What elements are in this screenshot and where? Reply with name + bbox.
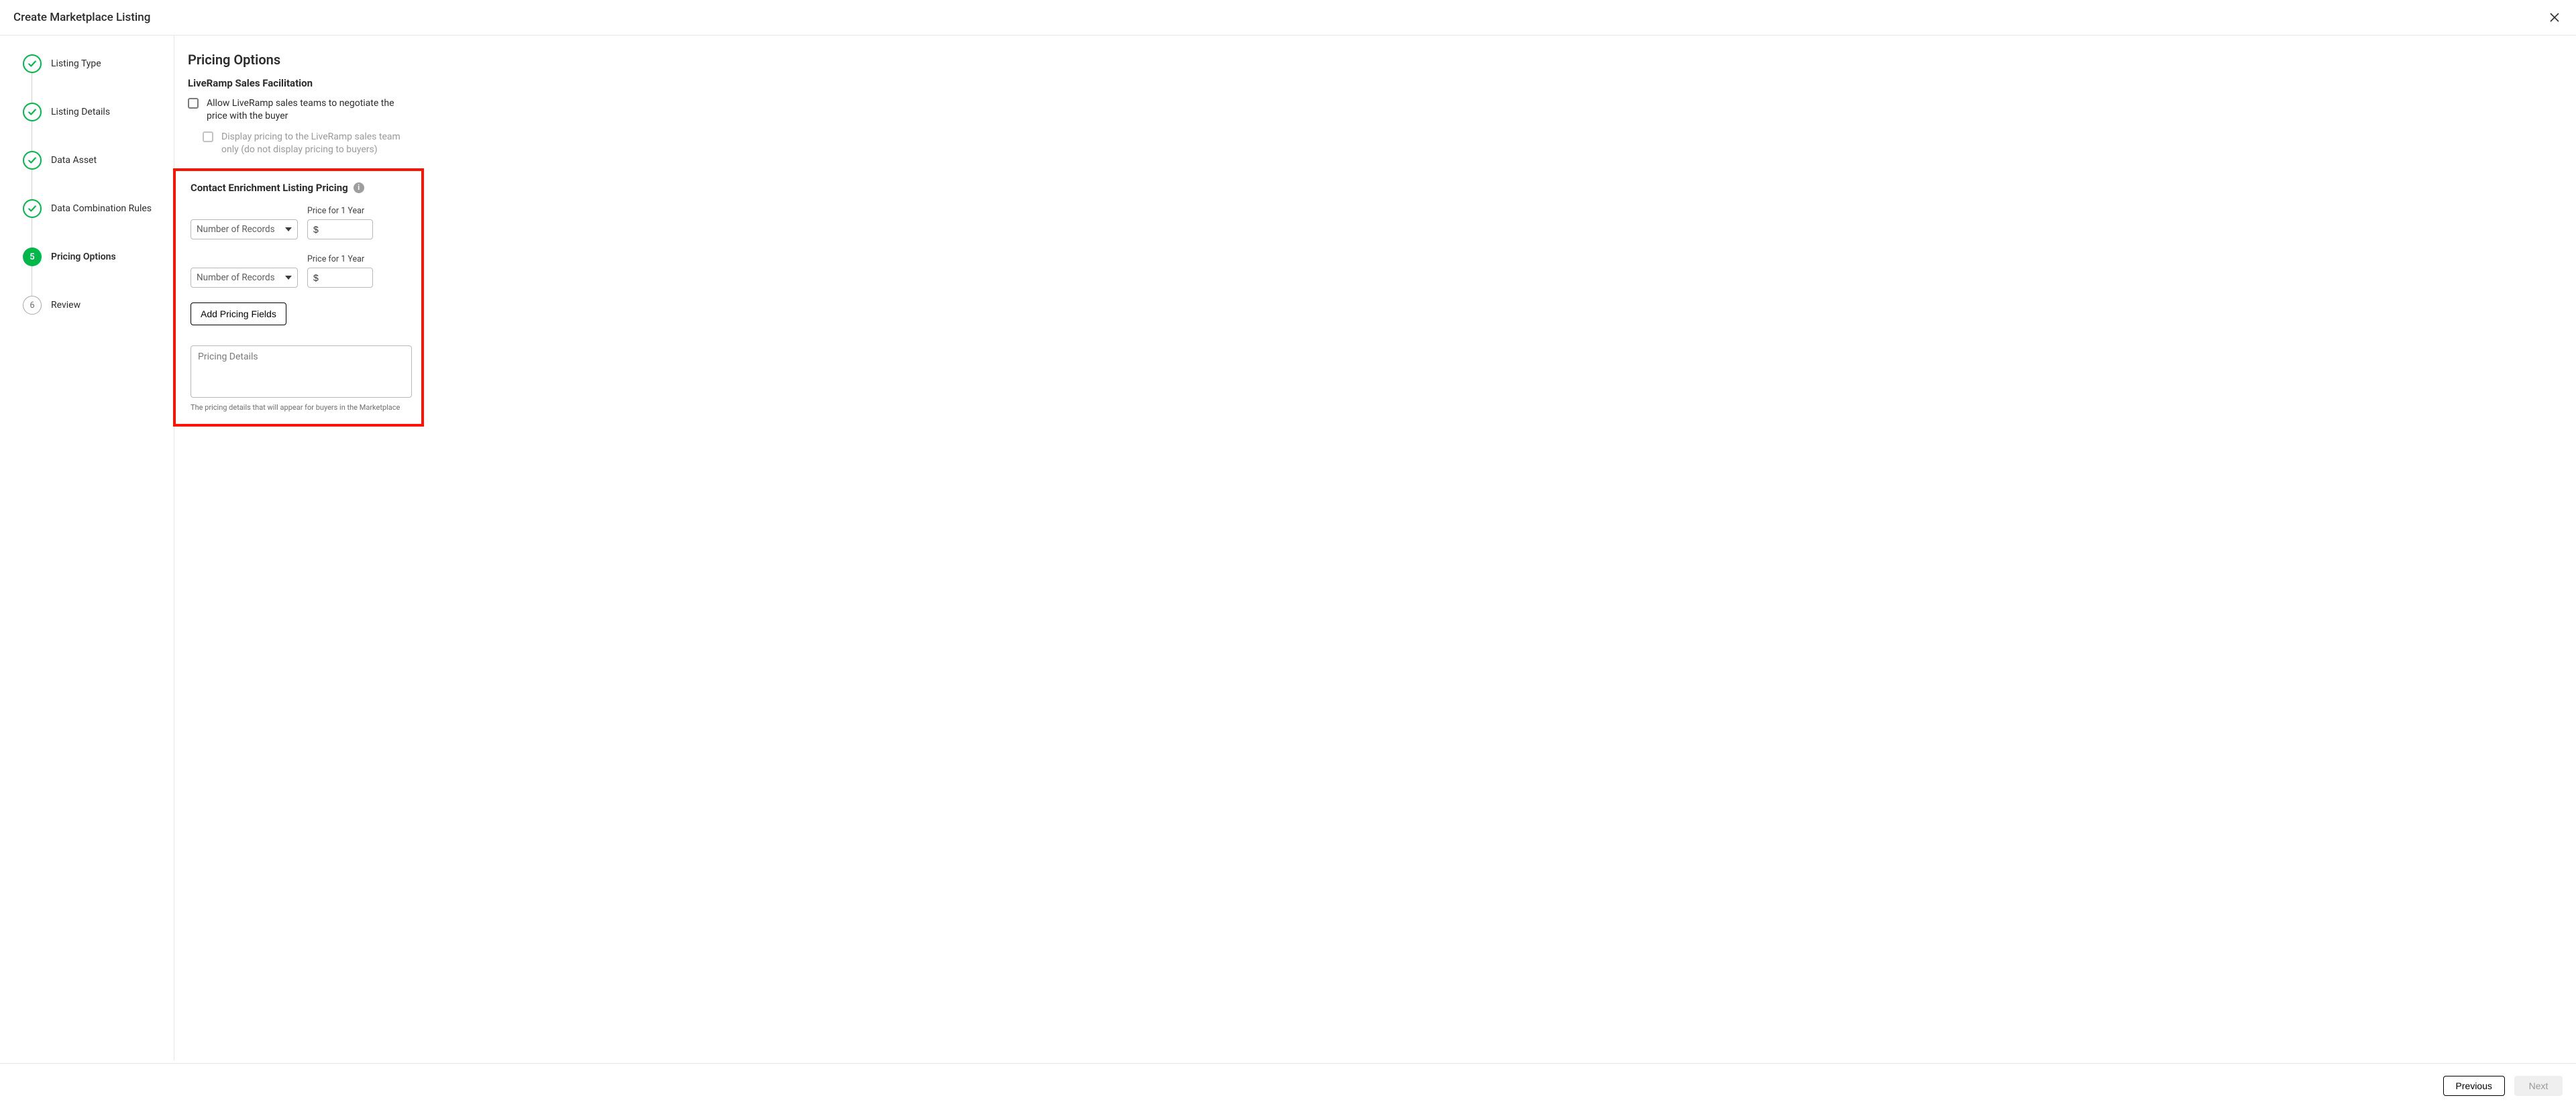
chevron-down-icon xyxy=(285,227,292,231)
allow-negotiate-checkbox[interactable] xyxy=(188,98,199,109)
check-icon xyxy=(23,54,42,73)
number-of-records-select[interactable]: Number of Records xyxy=(191,219,298,239)
section-title: Pricing Options xyxy=(188,52,2576,68)
info-icon[interactable]: i xyxy=(354,182,364,193)
add-pricing-fields-button[interactable]: Add Pricing Fields xyxy=(191,302,286,325)
select-placeholder: Number of Records xyxy=(197,224,275,235)
modal-title: Create Marketplace Listing xyxy=(13,11,150,24)
enrichment-title-row: Contact Enrichment Listing Pricing i xyxy=(191,182,409,194)
display-sales-only-label: Display pricing to the LiveRamp sales te… xyxy=(221,131,411,156)
next-button: Next xyxy=(2514,1076,2563,1096)
close-button[interactable] xyxy=(2546,9,2563,25)
records-column: Number of Records xyxy=(191,254,298,288)
step-label: Listing Details xyxy=(51,107,110,117)
step-listing-type[interactable]: Listing Type xyxy=(23,54,163,73)
check-icon xyxy=(23,103,42,121)
main-content: Pricing Options LiveRamp Sales Facilitat… xyxy=(174,36,2576,1060)
pricing-details-textarea[interactable] xyxy=(191,345,412,398)
step-listing-details[interactable]: Listing Details xyxy=(23,103,163,121)
step-number-badge: 6 xyxy=(23,296,42,315)
step-pricing-options[interactable]: 5 Pricing Options xyxy=(23,247,163,266)
step-number-badge: 5 xyxy=(23,247,42,266)
step-label: Data Combination Rules xyxy=(51,203,152,214)
step-label: Listing Type xyxy=(51,58,101,69)
check-icon xyxy=(23,151,42,170)
chevron-down-icon xyxy=(285,276,292,280)
price-label: Price for 1 Year xyxy=(307,254,373,265)
price-input[interactable] xyxy=(307,219,373,239)
modal-header: Create Marketplace Listing xyxy=(0,0,2576,36)
price-column: Price for 1 Year xyxy=(307,206,373,239)
number-of-records-select[interactable]: Number of Records xyxy=(191,268,298,288)
price-input[interactable] xyxy=(307,268,373,288)
pricing-details-helper: The pricing details that will appear for… xyxy=(191,403,409,412)
enrichment-highlight-box: Contact Enrichment Listing Pricing i Num… xyxy=(173,168,424,427)
pricing-row: Number of Records Price for 1 Year xyxy=(191,206,409,239)
pricing-row: Number of Records Price for 1 Year xyxy=(191,254,409,288)
check-icon xyxy=(23,199,42,218)
step-review[interactable]: 6 Review xyxy=(23,296,163,315)
step-label: Pricing Options xyxy=(51,252,116,262)
step-data-asset[interactable]: Data Asset xyxy=(23,151,163,170)
step-label: Data Asset xyxy=(51,155,97,166)
body-wrapper: Listing Type Listing Details Data Asset … xyxy=(0,36,2576,1060)
step-list: Listing Type Listing Details Data Asset … xyxy=(23,54,163,315)
close-icon xyxy=(2549,12,2560,23)
display-sales-only-row: Display pricing to the LiveRamp sales te… xyxy=(203,131,411,156)
wizard-footer: Previous Next xyxy=(0,1063,2576,1108)
spacer xyxy=(191,206,298,217)
sales-facilitation-title: LiveRamp Sales Facilitation xyxy=(188,77,2576,89)
price-label: Price for 1 Year xyxy=(307,206,373,217)
step-label: Review xyxy=(51,300,80,311)
records-column: Number of Records xyxy=(191,206,298,239)
allow-negotiate-row: Allow LiveRamp sales teams to negotiate … xyxy=(188,97,409,123)
allow-negotiate-label: Allow LiveRamp sales teams to negotiate … xyxy=(207,97,409,123)
enrichment-title: Contact Enrichment Listing Pricing xyxy=(191,182,348,194)
step-sidebar: Listing Type Listing Details Data Asset … xyxy=(0,36,174,1060)
display-sales-only-checkbox xyxy=(203,131,213,142)
step-data-combination-rules[interactable]: Data Combination Rules xyxy=(23,199,163,218)
select-placeholder: Number of Records xyxy=(197,272,275,283)
previous-button[interactable]: Previous xyxy=(2443,1076,2505,1096)
spacer xyxy=(191,254,298,265)
price-column: Price for 1 Year xyxy=(307,254,373,288)
